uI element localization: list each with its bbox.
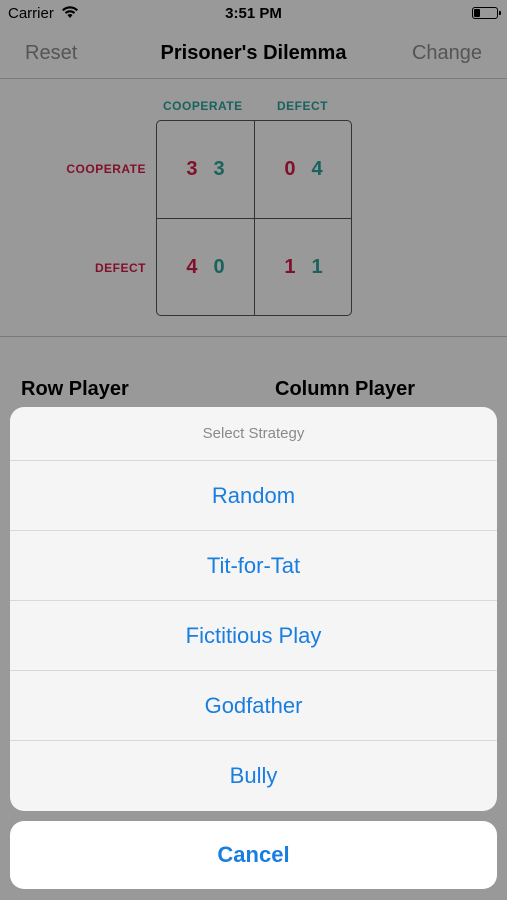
strategy-option-bully[interactable]: Bully [10, 741, 497, 811]
strategy-option-tit-for-tat[interactable]: Tit-for-Tat [10, 531, 497, 601]
strategy-option-godfather[interactable]: Godfather [10, 671, 497, 741]
strategy-option-random[interactable]: Random [10, 461, 497, 531]
strategy-action-sheet: Select Strategy Random Tit-for-Tat Ficti… [10, 407, 497, 811]
action-sheet-title: Select Strategy [10, 407, 497, 461]
cancel-button[interactable]: Cancel [10, 821, 497, 889]
strategy-option-fictitious-play[interactable]: Fictitious Play [10, 601, 497, 671]
